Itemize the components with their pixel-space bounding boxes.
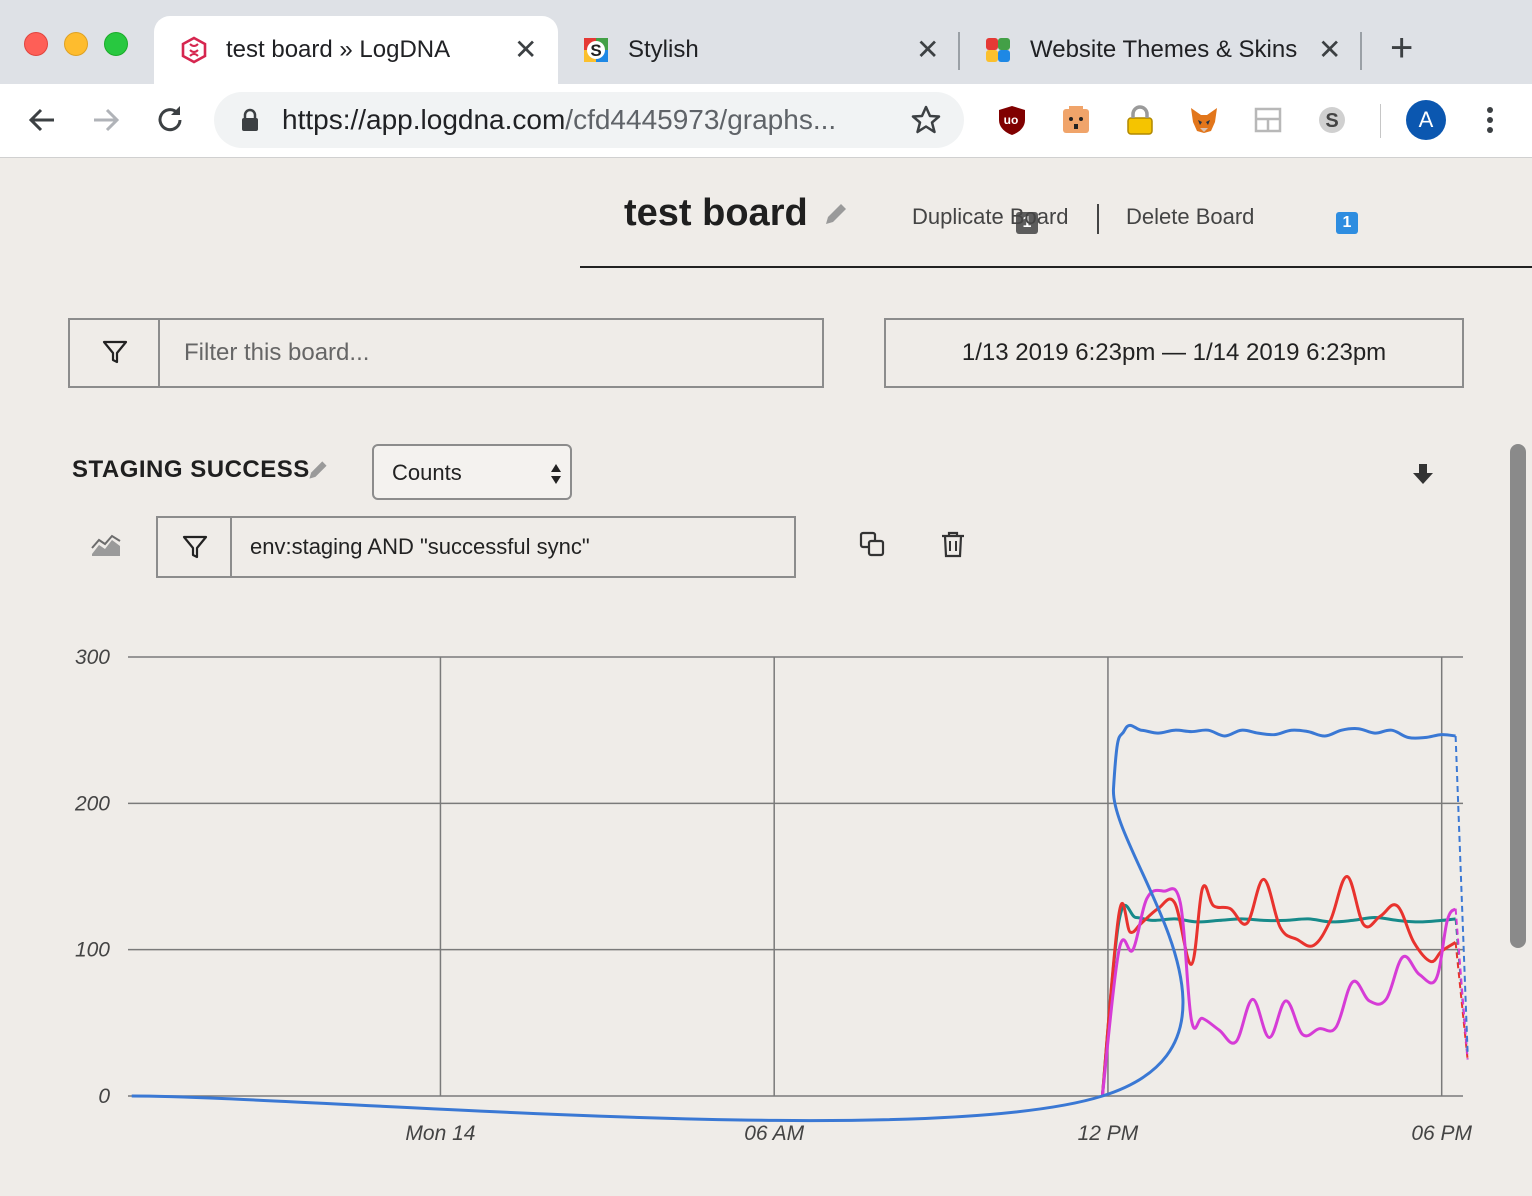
stylish-ext-icon[interactable]: S [1316,104,1348,136]
x-tick-label: Mon 14 [405,1122,475,1145]
select-arrows-icon [551,464,561,484]
userstyles-icon [986,38,1010,62]
address-bar[interactable]: https://app.logdna.com/cfd4445973/graphs… [214,92,964,148]
svg-text:uo: uo [1004,113,1019,127]
new-tab-icon[interactable]: + [1390,26,1413,70]
link-divider [1097,204,1099,234]
browser-toolbar: https://app.logdna.com/cfd4445973/graphs… [0,84,1532,234]
tab-title: Stylish [628,36,699,63]
lock-icon [242,108,258,131]
maximize-window-button[interactable] [104,32,128,56]
honey-icon[interactable] [1060,104,1092,136]
layout-icon[interactable] [1252,104,1284,136]
download-icon[interactable] [1410,462,1436,488]
y-tick-label: 100 [75,939,110,962]
duplicate-series-icon[interactable] [858,530,886,558]
close-tab-icon[interactable]: ✕ [1318,34,1341,66]
x-tick-label: 12 PM [1078,1122,1139,1145]
close-window-button[interactable] [24,32,48,56]
y-tick-label: 300 [75,646,110,669]
browser-tab-strip: test board » LogDNA ✕ S Stylish ✕ Websit… [0,0,1532,84]
board-title: test board [624,192,808,234]
filter-button[interactable] [70,320,160,386]
svg-text:S: S [1325,110,1338,132]
toolbar-divider [1380,104,1381,138]
query-filter-button[interactable] [158,518,232,576]
tab-divider [1360,32,1362,70]
delete-board-link[interactable]: Delete Board [1126,204,1254,230]
x-tick-label: 06 PM [1411,1122,1472,1145]
logdna-icon [181,36,207,64]
close-tab-icon[interactable]: ✕ [916,34,939,66]
url-text: https://app.logdna.com/cfd4445973/graphs… [282,104,836,136]
edit-graph-title-icon[interactable] [306,458,330,482]
series-query-text[interactable]: env:staging AND "successful sync" [250,534,590,560]
series-query: env:staging AND "successful sync" [156,516,796,578]
staging-success-line-chart: 300 200 100 0 Mon 14 06 AM 12 PM 06 PM [74,646,1473,1145]
y-tick-label: 0 [98,1085,110,1108]
close-tab-icon[interactable]: ✕ [514,34,537,66]
area-chart-icon [91,534,121,556]
board-filter-input[interactable] [184,334,784,372]
metamask-fox-icon[interactable] [1188,104,1220,136]
series-line [131,723,1456,1123]
series-line [1100,875,1457,1097]
x-tick-label: 06 AM [744,1122,804,1145]
y-tick-label: 200 [74,792,110,815]
url-host: https://app.logdna.com [282,104,566,135]
board-filter [68,318,824,388]
ublock-icon[interactable]: uo [996,104,1028,136]
graph-title: STAGING SUCCESS [72,456,310,483]
url-path: /cfd4445973/graphs... [565,104,837,135]
stylish-icon: S [584,38,608,62]
filter-funnel-icon [102,340,128,364]
scrollbar-thumb[interactable] [1510,444,1526,948]
tab-logdna[interactable]: test board » LogDNA ✕ [154,16,558,84]
tab-website-themes[interactable]: Website Themes & Skins ✕ [958,16,1360,84]
forward-arrow-icon[interactable] [88,102,124,138]
svg-text:S: S [590,41,601,60]
password-lock-icon[interactable] [1124,104,1156,136]
back-arrow-icon[interactable] [24,102,60,138]
aggregation-value: Counts [392,460,462,485]
tab-stylish[interactable]: S Stylish ✕ [556,16,958,84]
filter-funnel-icon [182,535,208,559]
duplicate-board-link[interactable]: Duplicate Board [912,204,1069,230]
profile-avatar[interactable]: A [1406,100,1446,140]
stylish-badge: 1 [1336,212,1358,234]
tab-title: test board » LogDNA [226,36,451,63]
trash-icon[interactable] [940,530,966,558]
aggregation-select[interactable]: Counts [372,444,572,500]
edit-board-title-icon[interactable] [822,200,850,228]
minimize-window-button[interactable] [64,32,88,56]
date-range-picker[interactable]: 1/13 2019 6:23pm — 1/14 2019 6:23pm [884,318,1464,388]
tab-title: Website Themes & Skins [1030,36,1298,63]
browser-menu-icon[interactable] [1480,104,1500,136]
header-underline [580,266,1532,268]
reload-icon[interactable] [152,102,188,138]
bookmark-star-icon[interactable] [910,104,942,136]
